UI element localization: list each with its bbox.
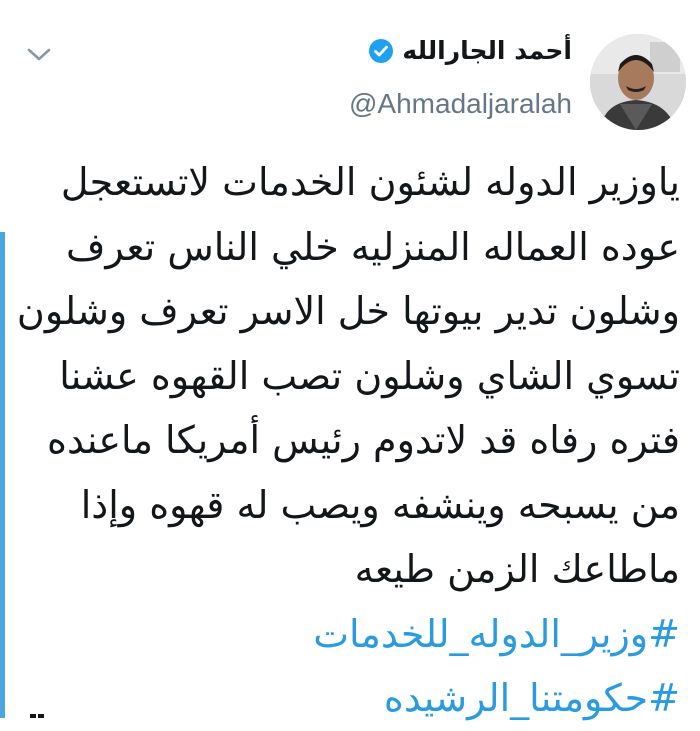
name-row: أحمد الجارالله — [368, 36, 572, 65]
scroll-indicator — [0, 232, 5, 718]
cropped-icon — [30, 714, 44, 718]
chevron-down-icon — [27, 48, 51, 61]
tweet-menu-button[interactable] — [20, 42, 58, 68]
tweet-line: تسوي الشاي وشلون تصب القهوه عشنا — [59, 353, 680, 398]
tweet-line: وشلون تدير بيوتها خل الاسر تعرف وشلون — [16, 289, 680, 333]
hashtag-link[interactable]: #وزير_الدوله_للخدمات — [12, 602, 680, 667]
author-display-name[interactable]: أحمد الجارالله — [402, 36, 572, 65]
tweet-line: فتره رفاه قد لاتدوم رئيس أمريكا ماعنده — [47, 418, 680, 462]
tweet-text: ياوزير الدوله لشئون الخدمات لاتستعجل عود… — [12, 150, 680, 731]
tweet-line: من يسبحه وينشفه ويصب له قهوه وإذا — [80, 482, 680, 527]
author-handle[interactable]: @Ahmadaljaralah — [349, 88, 572, 120]
tweet-header: أحمد الجارالله @Ahmadaljaralah — [14, 20, 686, 130]
tweet-line: ياوزير الدوله لشئون الخدمات لاتستعجل — [60, 160, 680, 204]
verified-badge-icon — [369, 38, 394, 63]
avatar[interactable] — [590, 34, 686, 130]
hashtag-link[interactable]: #حكومتنا_الرشيده — [12, 666, 680, 731]
tweet-line: عوده العماله المنزليه خلي الناس تعرف — [65, 224, 680, 269]
tweet-line: ماطاعك الزمن طيعه — [354, 547, 680, 591]
tweet-card: أحمد الجارالله @Ahmadaljaralah ياوزير ال… — [0, 0, 700, 720]
profile-photo-icon — [590, 34, 686, 130]
